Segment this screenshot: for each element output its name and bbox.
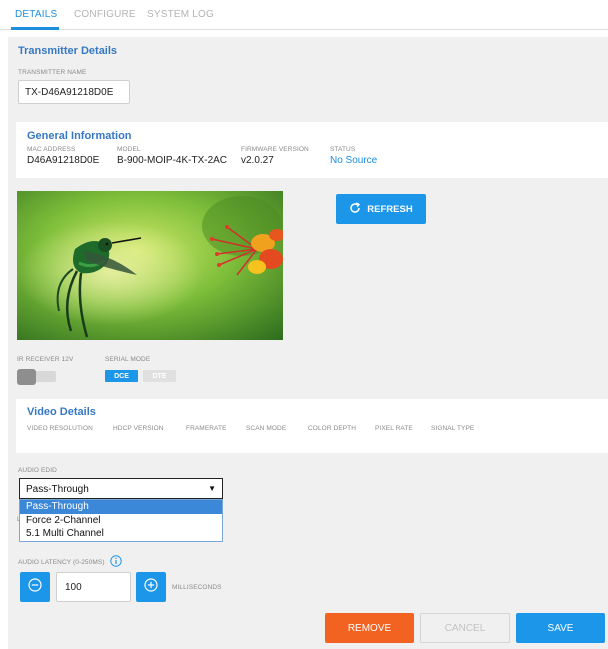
ir-receiver-toggle[interactable] xyxy=(17,369,56,385)
remove-button[interactable]: REMOVE xyxy=(325,613,414,643)
plus-circle-icon xyxy=(144,577,158,597)
model-label: MODEL xyxy=(117,146,141,153)
refresh-icon xyxy=(349,201,361,217)
status-value: No Source xyxy=(330,155,378,166)
refresh-label: REFRESH xyxy=(367,203,413,215)
framerate-header: FRAMERATE xyxy=(186,425,227,432)
refresh-button[interactable]: REFRESH xyxy=(336,194,426,224)
latency-increment-button[interactable] xyxy=(136,572,166,602)
mac-address-label: MAC ADDRESS xyxy=(27,146,76,153)
video-resolution-header: VIDEO RESOLUTION xyxy=(27,425,93,432)
general-information-title: General Information xyxy=(27,130,132,142)
info-icon[interactable] xyxy=(110,554,122,572)
active-tab-indicator xyxy=(11,27,59,30)
tab-details[interactable]: DETAILS xyxy=(15,9,57,20)
status-label: STATUS xyxy=(330,146,356,153)
video-preview-image xyxy=(17,191,283,340)
cancel-button[interactable]: CANCEL xyxy=(420,613,510,643)
firmware-version-value: v2.0.27 xyxy=(241,155,274,166)
pixel-rate-header: PIXEL RATE xyxy=(375,425,413,432)
audio-latency-label: AUDIO LATENCY (0-250MS) xyxy=(18,559,105,566)
serial-mode-dce[interactable]: DCE xyxy=(105,370,138,382)
video-details-title: Video Details xyxy=(27,406,96,418)
audio-edid-option-pass-through[interactable]: Pass-Through xyxy=(20,500,222,514)
save-button[interactable]: SAVE xyxy=(516,613,605,643)
model-value: B-900-MOIP-4K-TX-2AC xyxy=(117,155,228,166)
latency-decrement-button[interactable] xyxy=(20,572,50,602)
transmitter-name-input[interactable]: TX-D46A91218D0E xyxy=(18,80,130,104)
minus-circle-icon xyxy=(28,577,42,597)
transmitter-name-label: TRANSMITTER NAME xyxy=(18,69,87,76)
audio-edid-dropdown-list: Pass-Through Force 2-Channel 5.1 Multi C… xyxy=(19,499,223,542)
tab-system-log[interactable]: SYSTEM LOG xyxy=(147,9,214,20)
signal-type-header: SIGNAL TYPE xyxy=(431,425,475,432)
tab-bar: DETAILS CONFIGURE SYSTEM LOG xyxy=(0,0,608,30)
scan-mode-header: SCAN MODE xyxy=(246,425,287,432)
ir-receiver-label: IR RECEIVER 12V xyxy=(17,356,74,363)
toggle-knob xyxy=(17,369,36,385)
serial-mode-label: SERIAL MODE xyxy=(105,356,151,363)
latency-unit-label: MILLISECONDS xyxy=(172,584,222,591)
tab-configure[interactable]: CONFIGURE xyxy=(74,9,136,20)
color-depth-header: COLOR DEPTH xyxy=(308,425,357,432)
audio-edid-option-force-2-channel[interactable]: Force 2-Channel xyxy=(20,514,222,528)
firmware-version-label: FIRMWARE VERSION xyxy=(241,146,309,153)
latency-input[interactable]: 100 xyxy=(56,572,131,602)
audio-edid-select[interactable]: Pass-Through ▼ xyxy=(19,478,223,499)
transmitter-details-title: Transmitter Details xyxy=(18,45,118,57)
audio-edid-option-5-1-multi-channel[interactable]: 5.1 Multi Channel xyxy=(20,527,222,541)
hdcp-version-header: HDCP VERSION xyxy=(113,425,164,432)
dropdown-arrow-icon: ▼ xyxy=(208,484,216,493)
audio-edid-selected-value: Pass-Through xyxy=(26,484,89,495)
mac-address-value: D46A91218D0E xyxy=(27,155,100,166)
audio-edid-label: AUDIO EDID xyxy=(18,467,57,474)
serial-mode-dte[interactable]: DTE xyxy=(143,370,176,382)
